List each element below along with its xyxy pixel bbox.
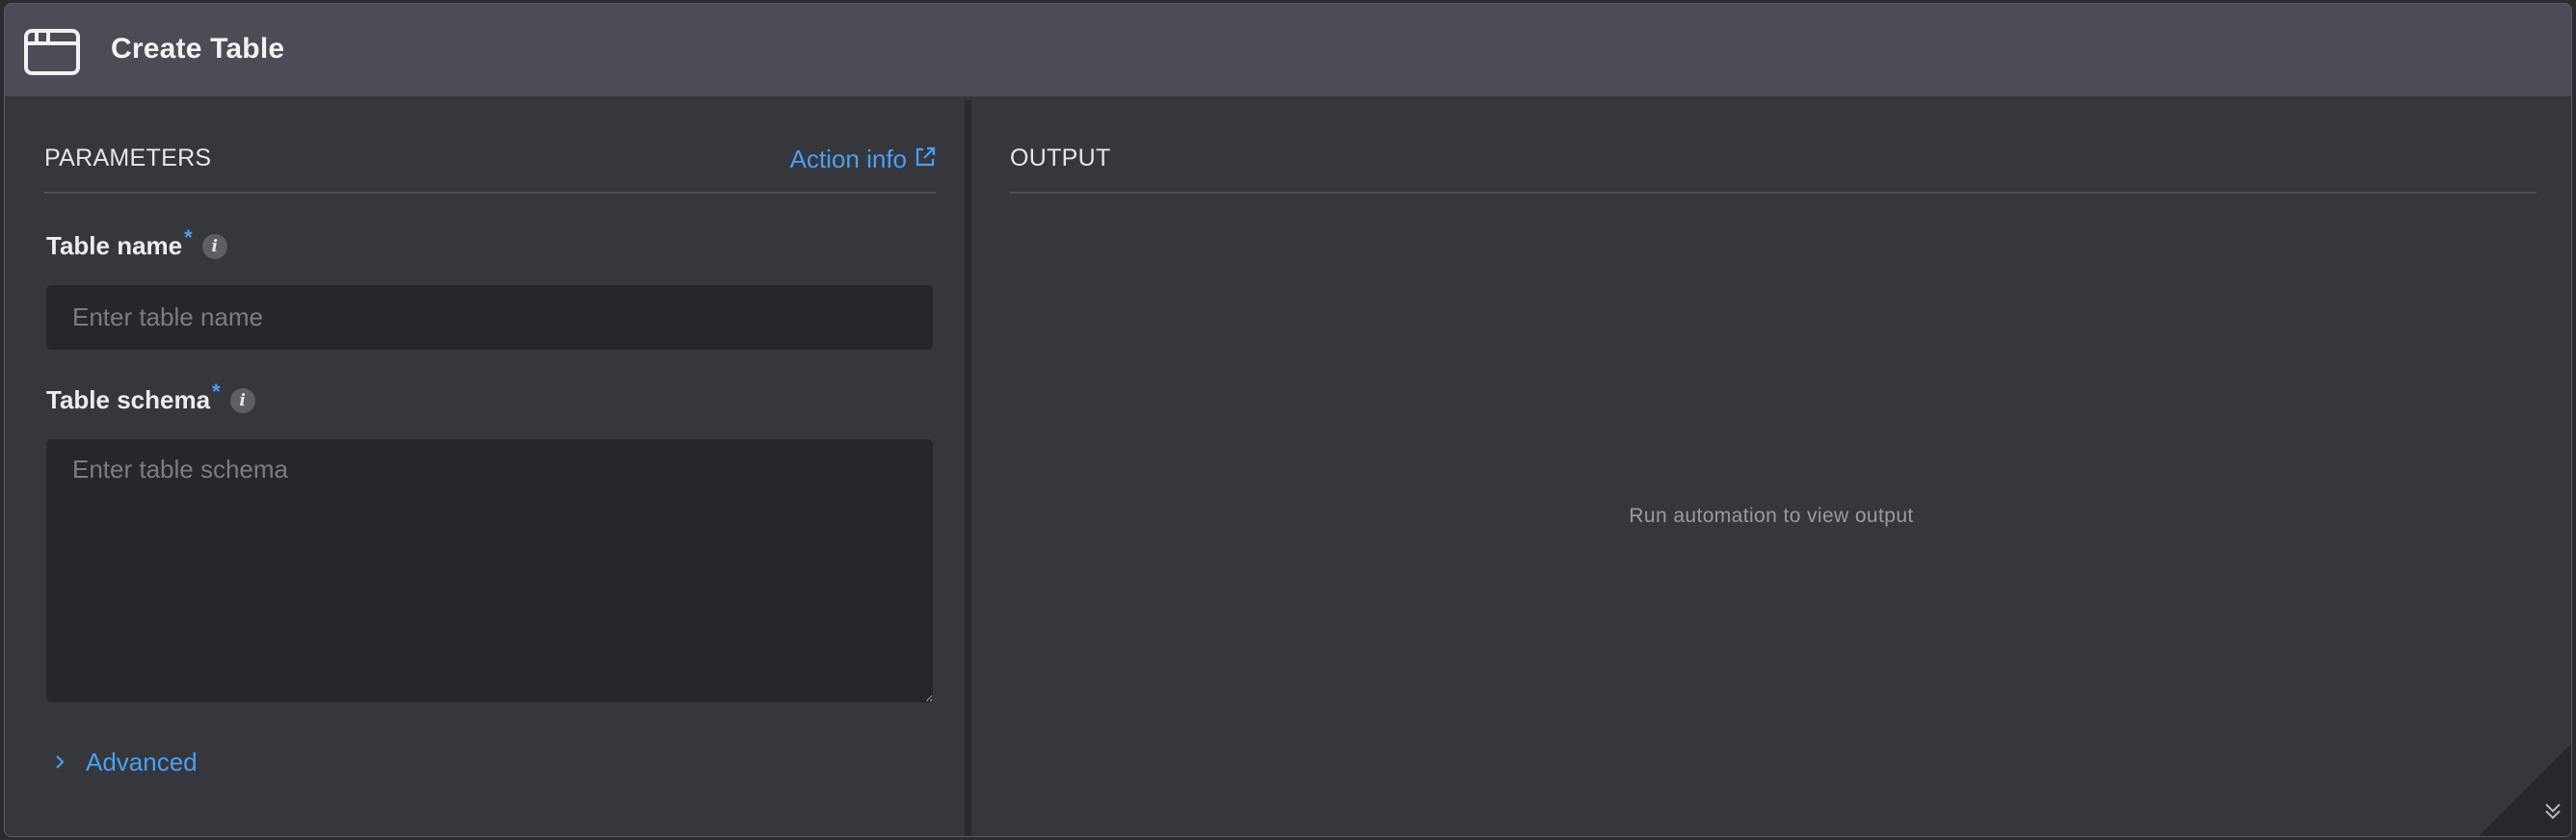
create-table-window: Create Table PARAMETERS Action info Tabl… xyxy=(4,3,2572,837)
output-heading: OUTPUT xyxy=(1010,144,1111,171)
table-name-label-text: Table name xyxy=(46,231,183,260)
table-name-label: Table name * i xyxy=(46,225,227,261)
parameters-divider xyxy=(44,192,936,194)
table-name-input[interactable] xyxy=(46,285,933,350)
output-divider xyxy=(1010,192,2536,194)
title-bar: Create Table xyxy=(5,4,2571,96)
window-title: Create Table xyxy=(111,33,285,65)
required-asterisk: * xyxy=(212,380,221,404)
info-icon[interactable]: i xyxy=(229,388,255,413)
table-schema-label: Table schema * i xyxy=(46,380,255,415)
table-schema-label-text: Table schema xyxy=(46,385,211,414)
collapse-corner-button[interactable] xyxy=(2479,744,2571,836)
table-schema-textarea[interactable] xyxy=(46,439,933,702)
output-panel: OUTPUT Run automation to view output xyxy=(971,96,2571,836)
info-icon[interactable]: i xyxy=(201,234,227,259)
advanced-label: Advanced xyxy=(86,748,198,776)
parameters-panel: PARAMETERS Action info Table name * i En… xyxy=(5,96,965,836)
chevron-right-icon xyxy=(51,748,86,777)
output-empty-message: Run automation to view output xyxy=(1629,505,1914,527)
browser-window-icon xyxy=(23,28,81,76)
action-info-link[interactable]: Action info xyxy=(790,144,936,174)
required-asterisk: * xyxy=(184,225,193,249)
advanced-toggle[interactable]: Advanced xyxy=(51,748,198,777)
panel-divider[interactable] xyxy=(965,100,971,836)
parameters-heading: PARAMETERS xyxy=(44,144,212,171)
action-info-label: Action info xyxy=(789,144,907,173)
window-body: PARAMETERS Action info Table name * i En… xyxy=(5,96,2571,836)
external-link-icon xyxy=(915,144,936,174)
